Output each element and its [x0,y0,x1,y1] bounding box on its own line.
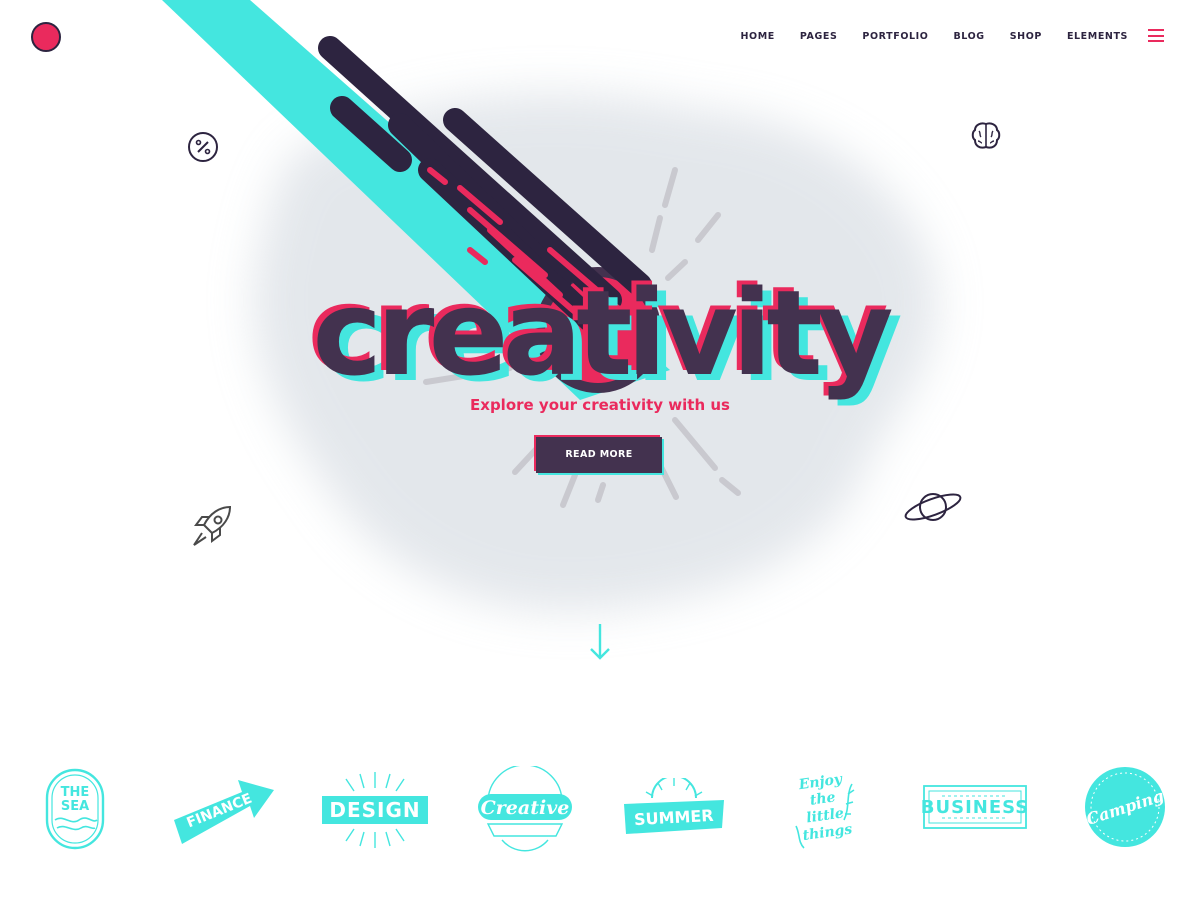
badge-camping[interactable]: Camping [1084,766,1166,848]
nav-portfolio[interactable]: PORTFOLIO [862,31,928,43]
badge-creative[interactable]: Creative [474,766,576,852]
arrow-down-icon[interactable] [588,622,612,662]
main-nav: HOME PAGES PORTFOLIO BLOG SHOP ELEMENTS [715,31,1128,47]
rocket-icon [193,505,232,546]
badge-design[interactable]: DESIGN [320,770,430,850]
badge-the-sea[interactable]: THE SEA [45,768,105,850]
nav-pages[interactable]: PAGES [800,31,838,43]
badge-enjoy-the-little-things[interactable]: Enjoy the little things [788,764,860,852]
brain-icon [971,122,1001,149]
badge-label: Creative [480,797,570,819]
badge-business[interactable]: BUSINESS [920,784,1030,830]
hero-tagline: Explore your creativity with us [470,396,730,414]
badge-label: SUMMER [633,805,715,829]
badge-label: DESIGN [329,798,421,822]
planet-icon [904,493,962,521]
badge-summer[interactable]: SUMMER [622,778,726,838]
badge-label: Enjoy the little things [797,771,854,845]
hero-headline: creativity creativity creativity [0,264,1200,404]
read-more-button[interactable]: READ MORE [536,437,662,473]
badge-label: THE SEA [60,785,90,814]
headline-text: creativity [312,264,893,402]
badge-finance[interactable]: FINANCE [172,772,276,846]
site-logo[interactable] [31,22,61,52]
nav-elements[interactable]: ELEMENTS [1067,31,1128,43]
percent-icon [188,132,218,162]
nav-blog[interactable]: BLOG [953,31,984,43]
client-badges: THE SEA FINANCE DESIGN Creative SUMMER E… [0,760,1200,860]
nav-home[interactable]: HOME [738,31,778,47]
nav-shop[interactable]: SHOP [1010,31,1042,43]
badge-label: BUSINESS [920,796,1030,818]
hamburger-icon[interactable] [1148,29,1164,42]
